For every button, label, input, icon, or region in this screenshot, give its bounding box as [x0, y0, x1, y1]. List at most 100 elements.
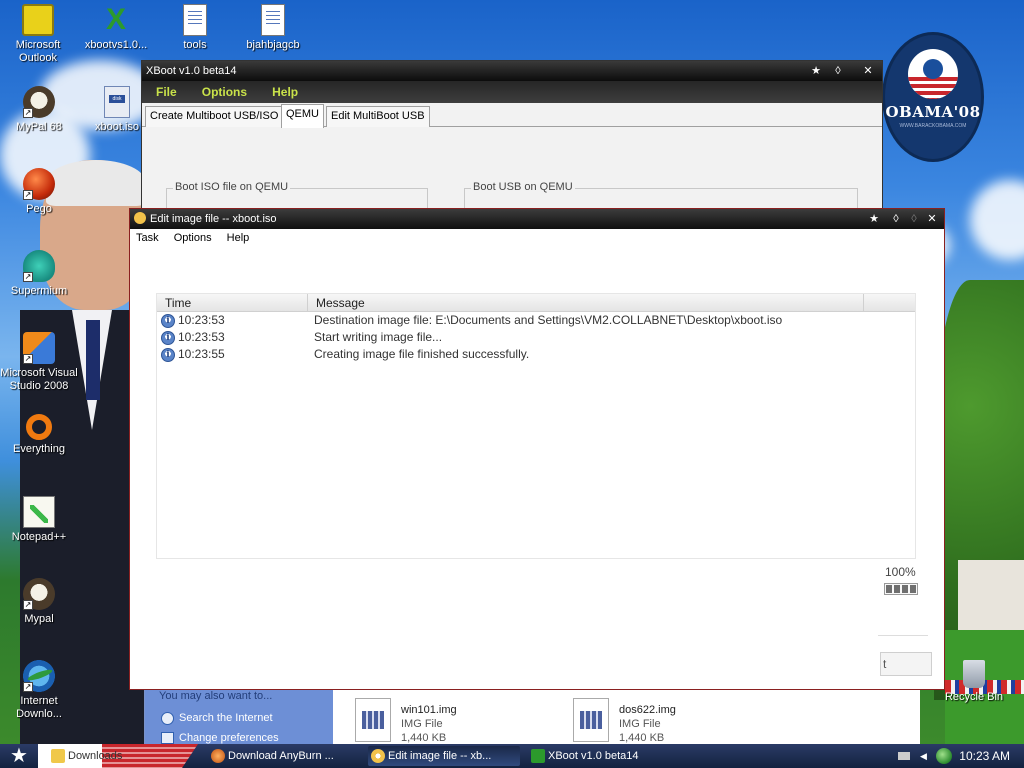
desktop-icon-mypal68[interactable]: ↗ MyPal 68	[0, 86, 79, 134]
file-item-win101[interactable]: win101.img IMG File 1,440 KB	[355, 698, 535, 744]
shortcut-arrow-icon: ↗	[23, 682, 33, 692]
exit-button[interactable]: t	[880, 652, 932, 676]
desktop-icon-mypal[interactable]: ↗ Mypal	[0, 578, 79, 626]
xboot-tabs: Create Multiboot USB/ISO QEMU Edit Multi…	[142, 103, 882, 128]
visual-studio-icon: ↗	[23, 332, 55, 364]
tray-arrow-icon[interactable]: ◀	[920, 744, 927, 768]
clock[interactable]: 10:23 AM	[959, 744, 1010, 768]
file-name: dos622.img	[619, 704, 676, 716]
iso-file-icon	[104, 86, 130, 118]
restore-button[interactable]: ◊	[830, 63, 846, 79]
taskbar-item-edit-image[interactable]: Edit image file -- xb...	[368, 746, 520, 766]
browser-icon	[211, 749, 225, 763]
everything-icon	[26, 414, 52, 440]
info-icon: i	[161, 331, 175, 345]
desktop-icon-outlook[interactable]: Microsoft Outlook	[0, 4, 78, 65]
shortcut-arrow-icon: ↗	[23, 108, 33, 118]
log-time: 10:23:53	[178, 330, 225, 344]
log-row[interactable]: i 10:23:55 Creating image file finished …	[157, 346, 915, 363]
log-row[interactable]: i 10:23:53 Start writing image file...	[157, 329, 915, 346]
tab-edit-multiboot[interactable]: Edit MultiBoot USB	[326, 106, 430, 127]
desktop-icon-label: bjahbjagcb	[246, 39, 300, 51]
preferences-icon	[161, 732, 174, 744]
xboot-icon	[531, 749, 545, 763]
desktop-icon-label: Recycle Bin	[944, 691, 1004, 703]
explorer-window: You may also want to... Search the Inter…	[144, 690, 920, 744]
explorer-task-pane: You may also want to... Search the Inter…	[145, 690, 333, 744]
column-message[interactable]: Message	[308, 294, 864, 312]
desktop-icon-label: Mypal	[24, 613, 54, 625]
restore-button[interactable]: ◊	[888, 211, 904, 227]
group-boot-usb-label: Boot USB on QEMU	[471, 181, 575, 193]
taskbar-item-downloads[interactable]: Downloads	[48, 746, 198, 766]
obama-badge-subtitle: WWW.BARACKOBAMA.COM	[899, 123, 967, 129]
document-icon	[183, 4, 207, 36]
keyboard-icon[interactable]	[898, 752, 910, 760]
desktop-icon-xbootvs[interactable]: X xbootvs1.0...	[76, 4, 156, 52]
xboot-titlebar[interactable]: XBoot v1.0 beta14 ★ ◊ ✕	[142, 61, 882, 81]
file-size: 1,440 KB	[401, 732, 447, 744]
pin-button[interactable]: ★	[808, 63, 824, 79]
edit-image-titlebar[interactable]: Edit image file -- xboot.iso ★ ◊ ◊ ✕	[130, 209, 944, 229]
document-icon	[261, 4, 285, 36]
start-button[interactable]: ★	[0, 744, 38, 768]
desktop-icon-recycle-bin[interactable]: Recycle Bin	[934, 660, 1014, 704]
desktop-icon-label: Microsoft Outlook	[15, 39, 61, 64]
taskbar-item-xboot[interactable]: XBoot v1.0 beta14	[528, 746, 680, 766]
menu-options[interactable]: Options	[168, 229, 218, 247]
task-pane-header: You may also want to...	[159, 690, 273, 702]
menu-help[interactable]: Help	[221, 229, 256, 247]
tab-create-multiboot[interactable]: Create Multiboot USB/ISO	[145, 106, 284, 127]
system-tray: ◀ 10:23 AM	[894, 744, 1024, 768]
maximize-button[interactable]: ◊	[906, 211, 922, 227]
notepadpp-icon	[23, 496, 55, 528]
file-name: win101.img	[401, 704, 457, 716]
progress-bar	[884, 583, 918, 595]
log-time: 10:23:55	[178, 347, 225, 361]
close-button[interactable]: ✕	[924, 211, 940, 227]
desktop-icon-label: Notepad++	[11, 531, 67, 543]
desktop-icon-pego[interactable]: ↗ Pego	[0, 168, 79, 216]
desktop-icon-supermium[interactable]: ↗ Supermium	[0, 250, 79, 298]
desktop-icon-label: Supermium	[10, 285, 68, 297]
taskbar-item-anyburn[interactable]: Download AnyBurn ...	[208, 746, 362, 766]
column-time[interactable]: Time	[157, 294, 308, 312]
taskbar-item-label: XBoot v1.0 beta14	[548, 750, 639, 762]
pin-button[interactable]: ★	[866, 211, 882, 227]
wallpaper-house	[958, 560, 1024, 630]
file-type: IMG File	[401, 718, 443, 730]
menu-options[interactable]: Options	[188, 81, 255, 103]
network-icon[interactable]	[936, 748, 952, 764]
link-search-internet[interactable]: Search the Internet	[179, 712, 273, 724]
desktop-icon-bjahbjagcb[interactable]: bjahbjagcb	[233, 4, 313, 52]
menu-task[interactable]: Task	[130, 229, 165, 247]
internet-download-icon: ↗	[23, 660, 55, 692]
tab-qemu[interactable]: QEMU	[281, 104, 324, 128]
close-button[interactable]: ✕	[860, 63, 876, 79]
log-message: Creating image file finished successfull…	[314, 347, 530, 361]
desktop-icon-internet-download[interactable]: ↗ Internet Downlo...	[0, 660, 79, 721]
obama-badge-title: OBAMA'08	[885, 103, 981, 121]
edit-image-window: Edit image file -- xboot.iso ★ ◊ ◊ ✕ Tas…	[129, 208, 945, 690]
recycle-bin-icon	[963, 660, 985, 688]
log-message: Destination image file: E:\Documents and…	[314, 313, 783, 327]
link-change-preferences[interactable]: Change preferences	[179, 732, 279, 744]
mypal-icon: ↗	[23, 578, 55, 610]
desktop-icon-visual-studio[interactable]: ↗ Microsoft Visual Studio 2008	[0, 332, 79, 393]
log-list[interactable]: Time Message i 10:23:53 Destination imag…	[156, 293, 916, 559]
desktop-icon-tools[interactable]: tools	[155, 4, 235, 52]
desktop-icon-label: Internet Downlo...	[16, 695, 62, 720]
menu-help[interactable]: Help	[258, 81, 306, 103]
file-item-dos622[interactable]: dos622.img IMG File 1,440 KB	[573, 698, 753, 744]
info-icon: i	[161, 348, 175, 362]
menu-file[interactable]: File	[142, 81, 185, 103]
img-file-icon	[573, 698, 609, 742]
desktop-icon-label: MyPal 68	[16, 121, 62, 133]
info-icon: i	[161, 314, 175, 328]
progress-percent: 100%	[885, 565, 916, 579]
desktop-icon-everything[interactable]: Everything	[0, 414, 79, 456]
disc-icon	[371, 749, 385, 763]
desktop-icon-notepadpp[interactable]: Notepad++	[0, 496, 79, 544]
taskbar-item-label: Download AnyBurn ...	[228, 750, 334, 762]
log-row[interactable]: i 10:23:53 Destination image file: E:\Do…	[157, 312, 915, 329]
